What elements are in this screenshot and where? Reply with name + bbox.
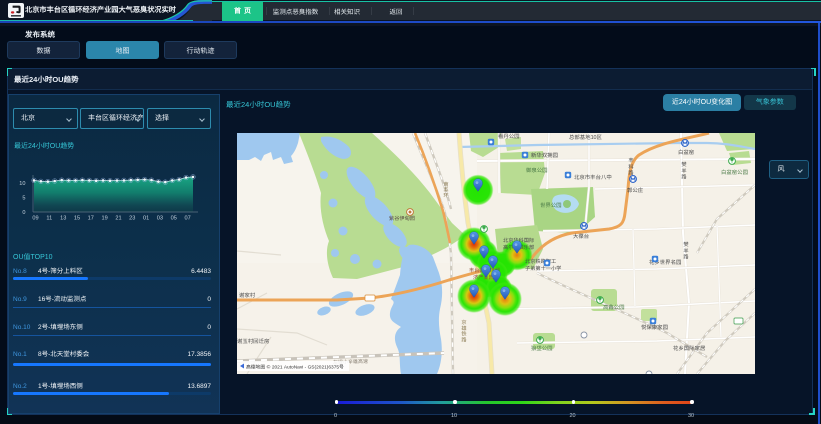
svg-text:世界公园: 世界公园 <box>540 201 562 209</box>
svg-text:看丹公园: 看丹公园 <box>498 133 520 140</box>
svg-text:11: 11 <box>46 214 52 222</box>
svg-text:白盆窑公园: 白盆窑公园 <box>721 168 748 176</box>
svg-text:新华双拥园: 新华双拥园 <box>531 151 558 159</box>
svg-text:15: 15 <box>74 214 80 222</box>
svg-text:京雄铁路: 京雄铁路 <box>460 319 467 342</box>
svg-text:丰科路: 丰科路 <box>627 157 634 176</box>
svg-text:狼垡公园: 狼垡公园 <box>531 344 553 352</box>
svg-text:0: 0 <box>22 208 25 216</box>
svg-text:09: 09 <box>32 214 38 222</box>
svg-text:济产业园: 济产业园 <box>473 274 494 281</box>
svg-text:5: 5 <box>22 194 25 202</box>
svg-text:谢玉村回迁房: 谢玉村回迁房 <box>237 337 269 345</box>
svg-text:郭公庄: 郭公庄 <box>627 186 644 194</box>
svg-text:南五环: 南五环 <box>443 181 450 198</box>
svg-text:03: 03 <box>157 214 163 222</box>
svg-text:01: 01 <box>143 214 149 222</box>
svg-text:悦保康家园: 悦保康家园 <box>641 323 668 331</box>
svg-text:23: 23 <box>129 214 135 222</box>
svg-text:高德地图 © 2021 AutoNavi - GS(2021: 高德地图 © 2021 AutoNavi - GS(2021)6375号 <box>246 364 344 371</box>
svg-text:花乡国际家居: 花乡国际家居 <box>673 344 706 352</box>
svg-text:御泉公园: 御泉公园 <box>526 166 548 174</box>
svg-text:樊羊路: 樊羊路 <box>682 241 689 260</box>
svg-text:谢家村: 谢家村 <box>239 291 256 299</box>
svg-text:北京市丰台八中: 北京市丰台八中 <box>574 173 612 181</box>
svg-text:高鑫公园: 高鑫公园 <box>603 303 625 311</box>
svg-text:白盆窑: 白盆窑 <box>678 148 695 156</box>
svg-text:子弟第十一小学: 子弟第十一小学 <box>525 265 561 272</box>
svg-text:总部基地10区: 总部基地10区 <box>569 133 603 141</box>
svg-text:19: 19 <box>101 214 107 222</box>
svg-text:10: 10 <box>19 179 25 187</box>
svg-text:大葆台: 大葆台 <box>573 232 589 240</box>
svg-text:21: 21 <box>115 214 121 222</box>
svg-text:北京铁路职工: 北京铁路职工 <box>525 258 556 265</box>
svg-text:13: 13 <box>60 214 66 222</box>
svg-text:05: 05 <box>171 214 177 222</box>
svg-text:17: 17 <box>88 214 94 222</box>
svg-text:紫谷伊甸园: 紫谷伊甸园 <box>389 215 415 222</box>
svg-text:樊羊路: 樊羊路 <box>680 161 687 180</box>
svg-text:07: 07 <box>184 214 190 222</box>
